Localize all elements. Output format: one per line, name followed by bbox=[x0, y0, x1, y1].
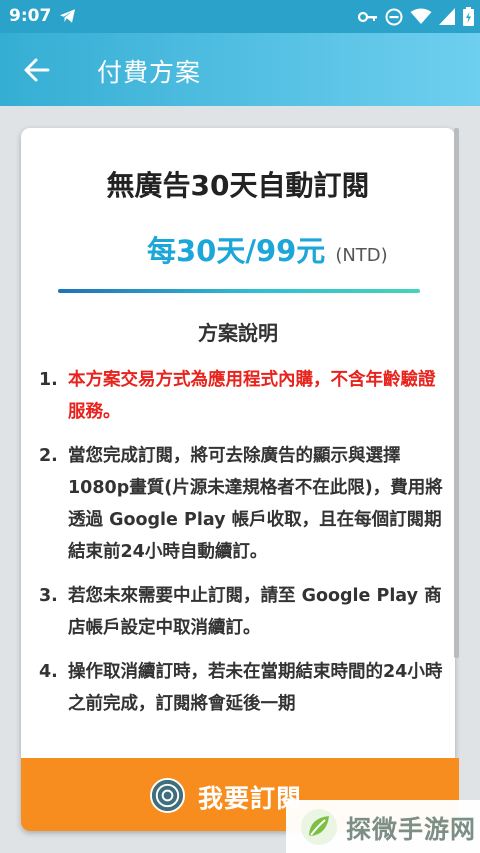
wifi-icon bbox=[410, 8, 432, 24]
watermark-text: 探微手游网 bbox=[346, 815, 477, 844]
terms-item-number: 1. bbox=[39, 370, 58, 390]
watermark: 探微手游网 bbox=[286, 800, 480, 853]
price-row: 每30天/99元 (NTD) bbox=[147, 228, 388, 270]
terms-item-text: 本方案交易方式為應用程式內購，不含年齡驗證服務。 bbox=[68, 370, 436, 422]
terms-item-number: 2. bbox=[39, 446, 58, 466]
do-not-disturb-icon bbox=[385, 8, 403, 25]
key-icon bbox=[358, 11, 377, 22]
app-bar: 付費方案 bbox=[0, 33, 480, 106]
terms-item-3: 3. 若您未來需要中止訂閱，請至 Google Play 商店帳戶設定中取消續訂… bbox=[39, 580, 444, 644]
gradient-divider bbox=[58, 289, 420, 293]
terms-item-text: 當您完成訂閱，將可去除廣告的顯示與選擇1080p畫質(片源未達規格者不在此限)，… bbox=[68, 446, 443, 562]
scrollbar[interactable] bbox=[454, 128, 459, 658]
plan-title: 無廣告30天自動訂閱 bbox=[106, 169, 370, 202]
description-title: 方案說明 bbox=[198, 321, 278, 345]
terms-item-2: 2. 當您完成訂閱，將可去除廣告的顯示與選擇1080p畫質(片源未達規格者不在此… bbox=[39, 440, 444, 568]
back-button[interactable] bbox=[22, 55, 52, 85]
page-title: 付費方案 bbox=[97, 58, 202, 87]
battery-icon bbox=[463, 7, 474, 26]
status-bar: 9:07 bbox=[0, 0, 480, 33]
leaf-logo-icon bbox=[301, 809, 337, 845]
terms-item-4: 4. 操作取消續訂時，若未在當期結束時間的24小時之前完成，訂閱將會延後一期 bbox=[39, 656, 444, 720]
terms-item-number: 4. bbox=[39, 662, 58, 682]
price-label: 每30天/99元 bbox=[147, 234, 326, 268]
coin-icon bbox=[149, 777, 186, 814]
terms-item-number: 3. bbox=[39, 586, 58, 606]
terms-item-text: 操作取消續訂時，若未在當期結束時間的24小時之前完成，訂閱將會延後一期 bbox=[68, 662, 443, 714]
status-icons bbox=[358, 6, 474, 27]
signal-icon bbox=[439, 8, 455, 25]
plan-card: 無廣告30天自動訂閱 每30天/99元 (NTD) 方案說明 1. 本方案交易方式… bbox=[21, 128, 455, 831]
status-time: 9:07 bbox=[9, 6, 52, 26]
currency-label: (NTD) bbox=[335, 245, 388, 266]
terms-list: 1. 本方案交易方式為應用程式內購，不含年齡驗證服務。 2. 當您完成訂閱，將可… bbox=[39, 364, 444, 732]
telegram-icon bbox=[60, 9, 75, 23]
terms-item-1: 1. 本方案交易方式為應用程式內購，不含年齡驗證服務。 bbox=[39, 364, 444, 428]
terms-item-text: 若您未來需要中止訂閱，請至 Google Play 商店帳戶設定中取消續訂。 bbox=[68, 586, 442, 638]
